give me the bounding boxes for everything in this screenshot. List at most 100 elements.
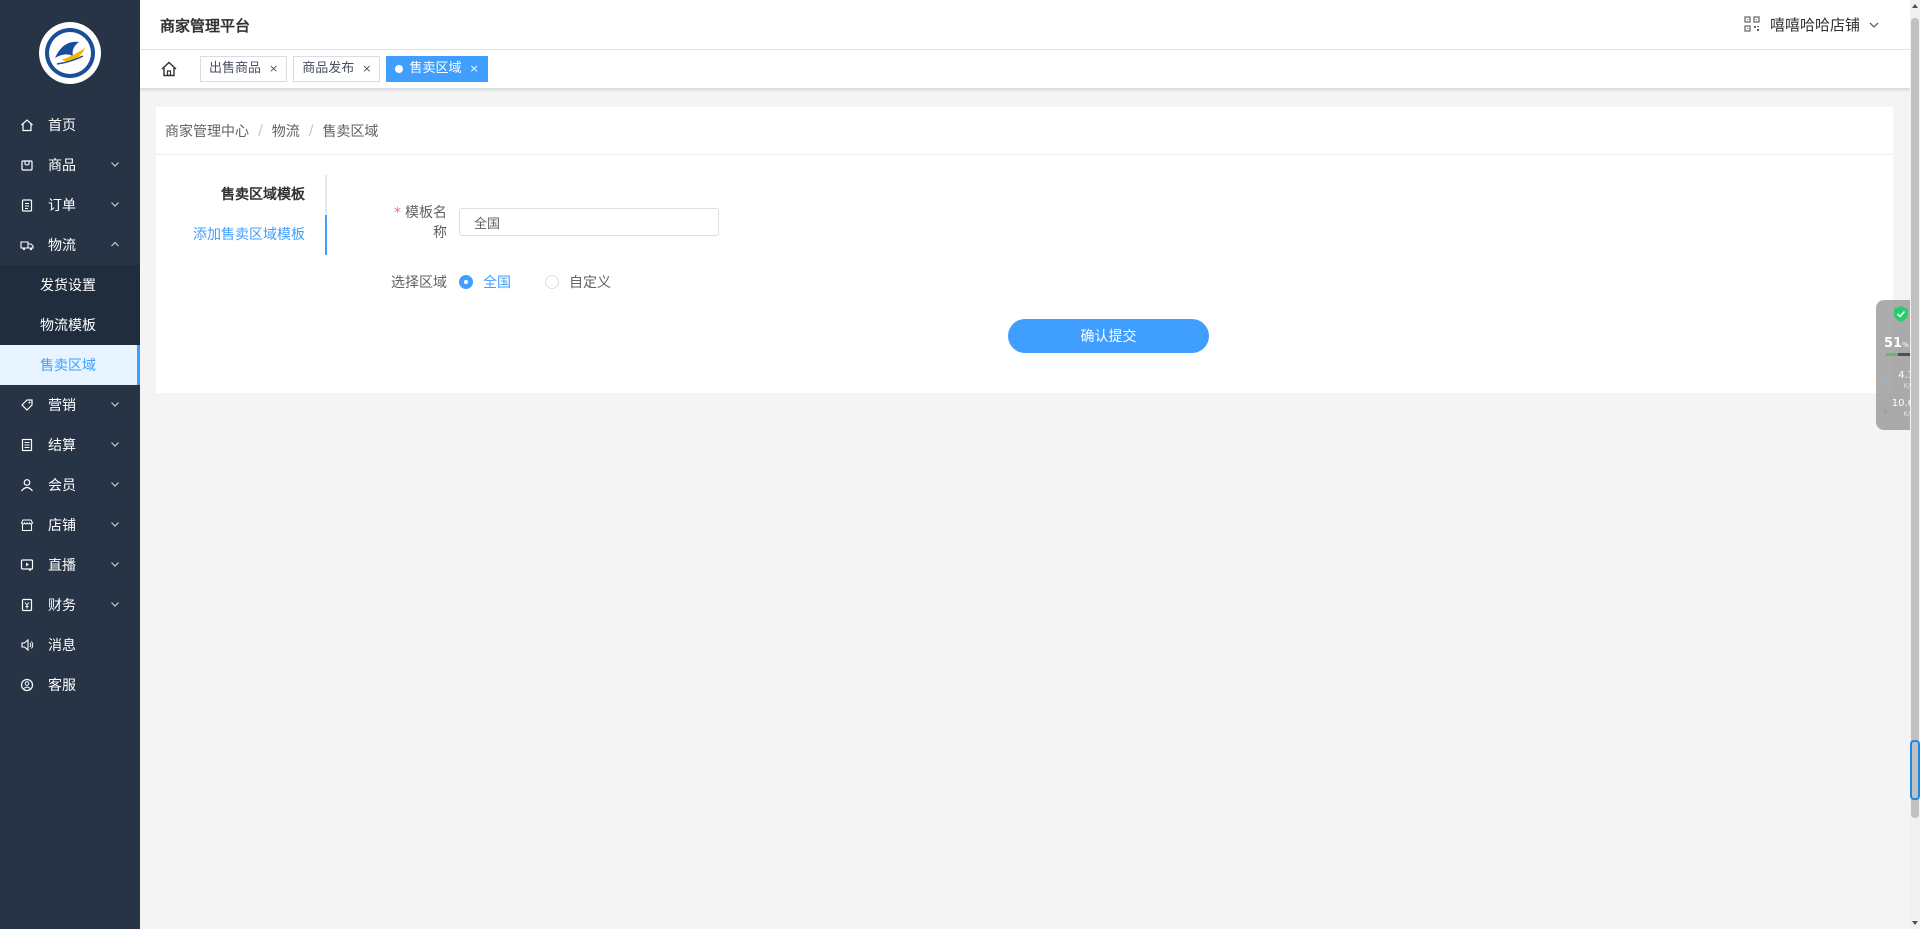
platform-title: 商家管理平台 <box>160 17 251 35</box>
sidebar-item-label: 会员 <box>48 478 76 494</box>
chevron-down-icon <box>111 402 119 407</box>
submenu-item[interactable]: 售卖区域 <box>0 345 140 385</box>
service-icon <box>20 678 34 692</box>
sidebar-item-label: 订单 <box>48 198 76 214</box>
sidebar-item-store[interactable]: 店铺 <box>0 505 140 545</box>
sidebar-item-product[interactable]: 商品 <box>0 145 140 185</box>
store-icon <box>20 518 34 532</box>
radio-label: 自定义 <box>569 275 611 291</box>
logo-area <box>0 0 140 105</box>
user-icon <box>20 478 34 492</box>
tags-view-bar: 出售商品 × 商品发布 × 售卖区域 × <box>140 50 1910 89</box>
breadcrumb-separator: / <box>258 122 263 139</box>
finance-icon <box>20 598 34 612</box>
sidebar-item-tag[interactable]: 营销 <box>0 385 140 425</box>
tab-sale-area-templates[interactable]: 售卖区域模板 <box>156 175 327 215</box>
sidebar-item-settlement[interactable]: 结算 <box>0 425 140 465</box>
usage-bar-rest <box>1898 353 1910 356</box>
page-scrollbar[interactable] <box>1910 0 1920 929</box>
sidebar-menu: 首页 商品 订单 物流 <box>0 105 140 265</box>
close-icon[interactable]: × <box>362 57 371 81</box>
live-icon <box>20 558 34 572</box>
submenu-item[interactable]: 物流模板 <box>0 305 140 345</box>
side-tabs: 售卖区域模板 添加售卖区域模板 <box>156 175 327 255</box>
sidebar-item-order[interactable]: 订单 <box>0 185 140 225</box>
sidebar-item-finance[interactable]: 财务 <box>0 585 140 625</box>
download-arrow-icon: ↓ <box>1882 406 1889 415</box>
tag-tab[interactable]: 商品发布 × <box>293 56 381 82</box>
scroll-position-marker <box>1910 740 1920 800</box>
chevron-down-icon <box>111 602 119 607</box>
product-icon <box>20 158 34 172</box>
memory-percent: 51% <box>1884 336 1909 351</box>
shop-dropdown[interactable]: 嘻嘻哈哈店铺 <box>1770 14 1880 35</box>
shop-name: 嘻嘻哈哈店铺 <box>1769 16 1860 34</box>
region-row: 选择区域 全国 自定义 <box>386 272 719 292</box>
radio-custom[interactable]: 自定义 <box>545 272 611 292</box>
breadcrumb-item[interactable]: 物流 <box>272 121 300 141</box>
chevron-up-icon <box>111 241 119 247</box>
scrollbar-thumb[interactable] <box>1911 18 1919 818</box>
tag-tab[interactable]: 出售商品 × <box>200 56 288 82</box>
logistics-submenu: 发货设置 物流模板 售卖区域 <box>0 265 140 385</box>
settlement-icon <box>20 438 34 452</box>
chevron-down-icon <box>111 522 119 527</box>
radio-label: 全国 <box>483 275 511 291</box>
chevron-down-icon <box>111 562 119 567</box>
top-header: 商家管理平台 嘻嘻哈哈店铺 <box>140 0 1910 50</box>
sidebar-item-live[interactable]: 直播 <box>0 545 140 585</box>
sidebar-item-label: 客服 <box>48 678 76 694</box>
logo <box>39 21 101 84</box>
sidebar-item-label: 物流 <box>48 238 76 254</box>
sidebar: 首页商品订单物流 发货设置 物流模板 售卖区域 营销结算会员店铺直播财务消息客服 <box>0 0 140 929</box>
sidebar-item-label: 直播 <box>48 558 76 574</box>
template-form: * 模板名称 全国 选择区域 全国 自定义 <box>386 202 719 322</box>
tag-label: 商品发布 <box>302 61 355 76</box>
scroll-down-icon[interactable] <box>1911 919 1919 927</box>
scroll-up-icon[interactable] <box>1911 2 1919 10</box>
sidebar-item-label: 消息 <box>48 638 76 654</box>
close-icon[interactable]: × <box>269 57 278 81</box>
order-icon <box>20 198 34 212</box>
sidebar-menu-lower: 营销结算会员店铺直播财务消息客服 <box>0 385 140 705</box>
chevron-down-icon <box>111 442 119 447</box>
home-icon <box>20 118 34 132</box>
chevron-down-icon <box>111 202 119 207</box>
shield-icon <box>1894 306 1908 322</box>
tag-label: 出售商品 <box>209 61 262 76</box>
qrcode-icon[interactable] <box>1744 16 1760 32</box>
chevron-down-icon <box>111 482 119 487</box>
speaker-icon <box>20 638 34 652</box>
main-card: 商家管理中心 / 物流 / 售卖区域 售卖区域模板 添加售卖区域模板 * 模板名称… <box>156 107 1893 393</box>
submit-button[interactable]: 确认提交 <box>1008 319 1209 353</box>
chevron-down-icon <box>111 162 119 167</box>
tag-icon <box>20 398 34 412</box>
tab-add-sale-area-template[interactable]: 添加售卖区域模板 <box>156 215 327 255</box>
sidebar-item-label: 商品 <box>48 158 76 174</box>
radio-nationwide[interactable]: 全国 <box>459 272 511 292</box>
radio-circle <box>459 275 473 289</box>
active-dot <box>395 65 404 73</box>
template-name-row: * 模板名称 全国 <box>386 202 719 242</box>
submenu-item[interactable]: 发货设置 <box>0 265 140 305</box>
sidebar-item-label: 财务 <box>48 598 76 614</box>
template-name-input[interactable]: 全国 <box>459 208 719 236</box>
tags-list: 出售商品 × 商品发布 × 售卖区域 × <box>200 56 494 82</box>
sidebar-item-service[interactable]: 客服 <box>0 665 140 705</box>
radio-circle <box>545 275 559 289</box>
breadcrumb-item[interactable]: 商家管理中心 <box>165 121 249 141</box>
breadcrumb-item: 售卖区域 <box>322 123 379 140</box>
close-icon[interactable]: × <box>469 57 478 81</box>
sidebar-item-label: 营销 <box>48 398 76 414</box>
sidebar-item-home[interactable]: 首页 <box>0 105 140 145</box>
sidebar-item-user[interactable]: 会员 <box>0 465 140 505</box>
sidebar-item-truck[interactable]: 物流 <box>0 225 140 265</box>
sidebar-item-speaker[interactable]: 消息 <box>0 625 140 665</box>
home-icon[interactable] <box>160 60 178 78</box>
sidebar-item-label: 首页 <box>48 118 76 134</box>
region-label: 选择区域 <box>391 275 447 291</box>
truck-icon <box>20 238 34 252</box>
tag-label: 售卖区域 <box>409 61 462 76</box>
tag-tab[interactable]: 售卖区域 × <box>386 56 488 82</box>
required-asterisk: * <box>394 205 401 221</box>
